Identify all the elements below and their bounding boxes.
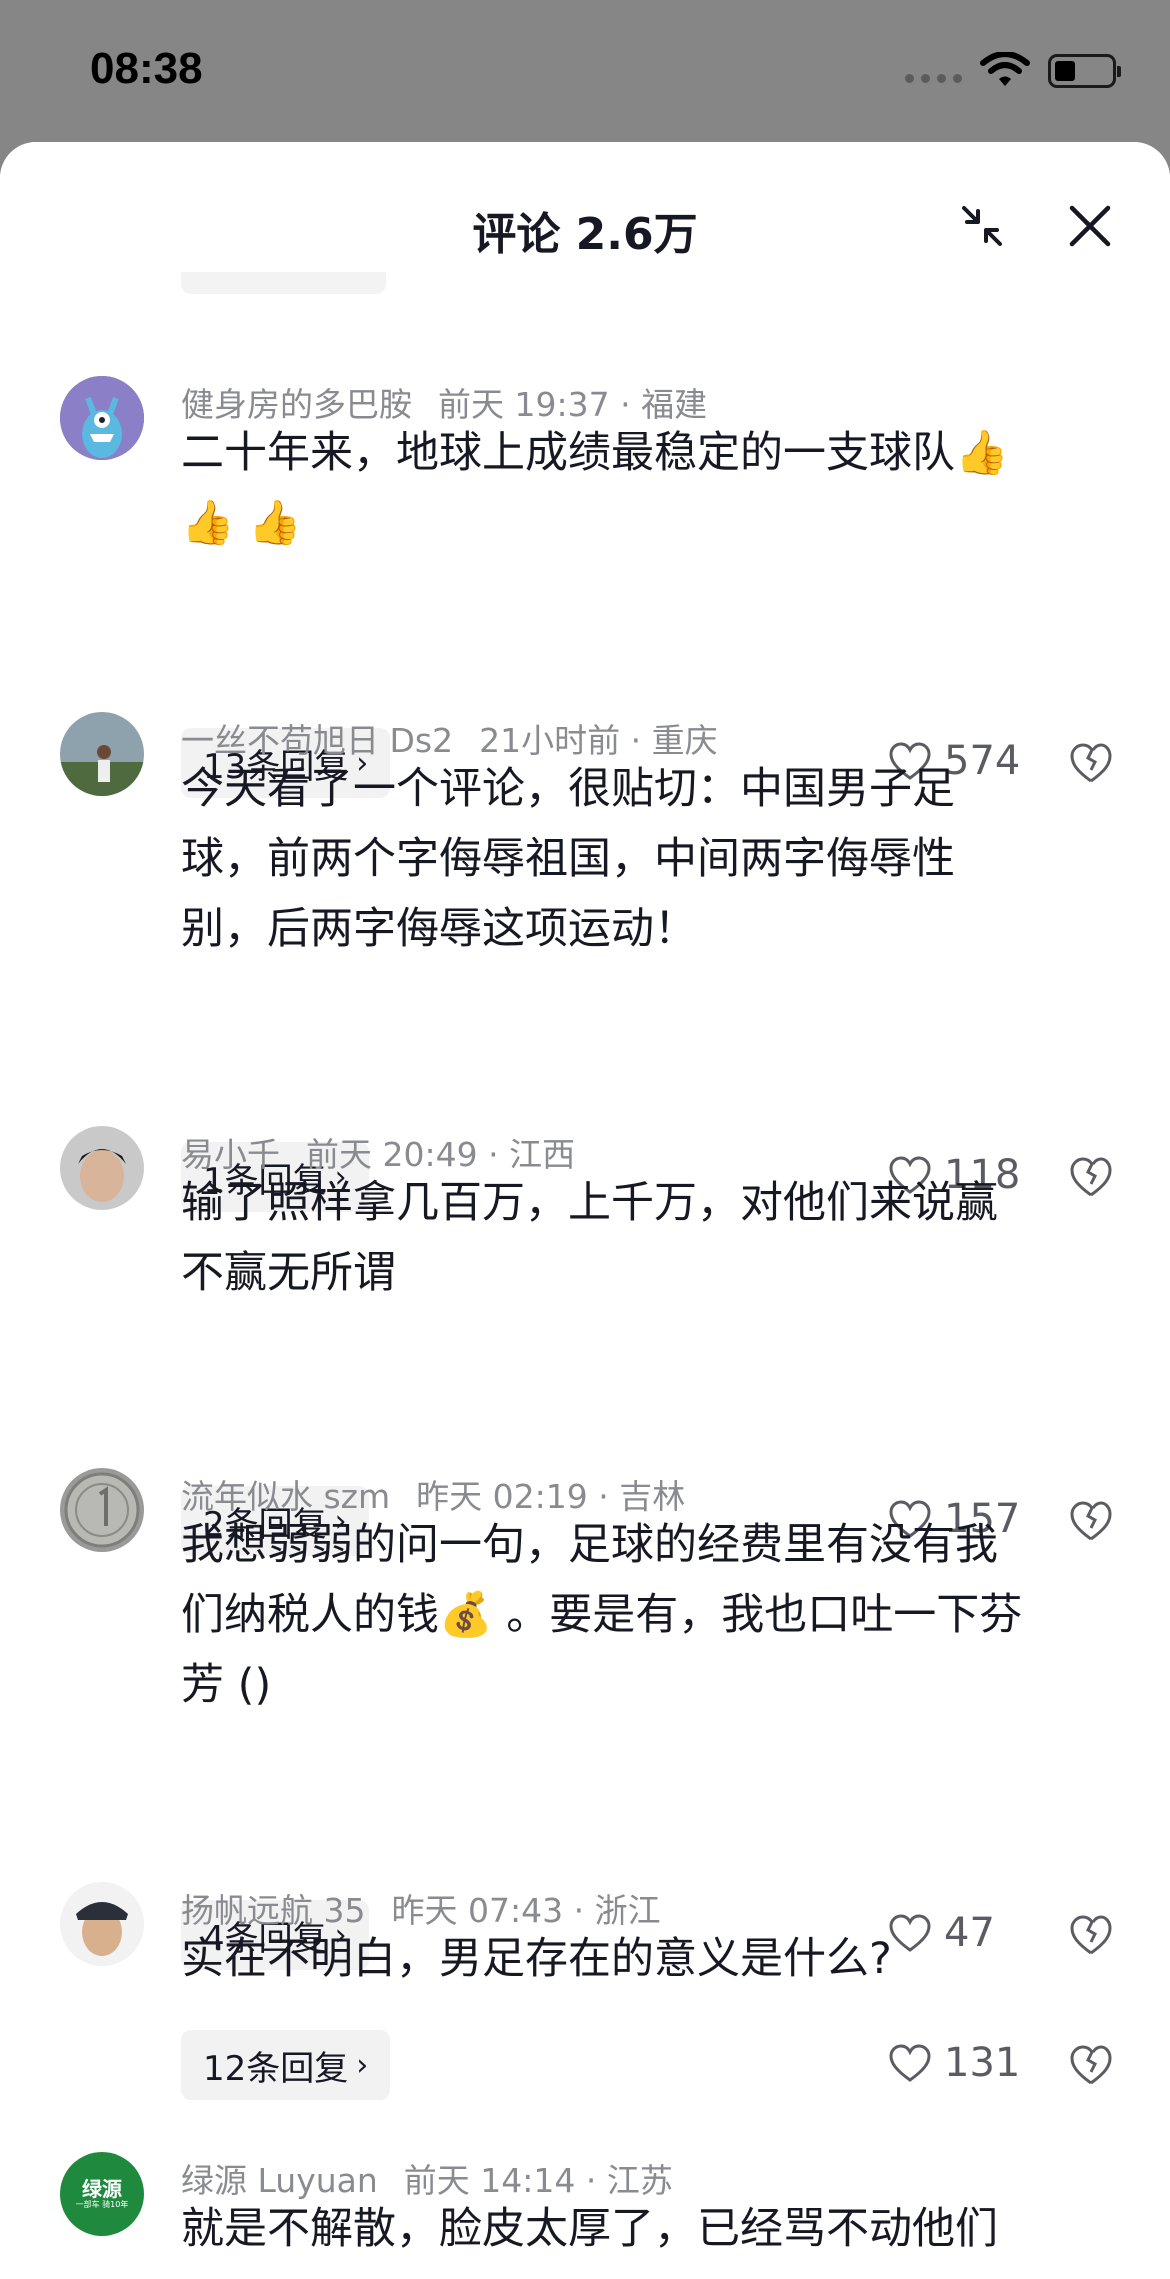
comment-line: 我想弱弱的问一句，足球的经费里有没有我 (181, 1520, 998, 1570)
avatar[interactable] (60, 1882, 144, 1966)
sheet-header: 评论 2.6万 (0, 142, 1170, 272)
comment-line: 球，前两个字侮辱祖国，中间两字侮辱性 (181, 834, 955, 884)
cellular-signal-icon (905, 73, 962, 83)
close-icon[interactable] (1066, 202, 1114, 250)
comment-text: 实在不明白，男足存在的意义是什么? (181, 1924, 1121, 1994)
avatar[interactable] (60, 1126, 144, 1210)
status-icons (905, 52, 1121, 90)
view-replies-button[interactable]: 12条回复 › (181, 2030, 391, 2100)
comment-line: 实在不明白，男足存在的意义是什么? (181, 1934, 892, 1984)
comment-line: 不赢无所谓 (181, 1248, 396, 1298)
comment-text: 我想弱弱的问一句，足球的经费里有没有我 们纳税人的钱💰 。要是有，我也口吐一下芬… (181, 1510, 1121, 1720)
comment-line: 二十年来，地球上成绩最稳定的一支球队👍 (181, 428, 1009, 478)
heart-icon (889, 2044, 931, 2082)
avatar[interactable] (60, 712, 144, 796)
comment-text: 就是不解散，脸皮太厚了，已经骂不动他们 (181, 2194, 1121, 2264)
coin-avatar-icon (60, 1468, 144, 1552)
avatar-logo-subtext: 一部车 骑10年 (75, 2200, 129, 2209)
status-time: 08:38 (90, 44, 203, 93)
comment-line: 们纳税人的钱💰 。要是有，我也口吐一下芬 (181, 1590, 1023, 1640)
person-photo-avatar-icon (60, 1882, 144, 1966)
monster-avatar-icon (60, 376, 144, 460)
comment-text: 二十年来，地球上成绩最稳定的一支球队👍 👍 👍 (181, 418, 1121, 558)
wifi-icon (980, 52, 1030, 86)
comment-text: 输了照样拿几百万，上千万，对他们来说赢 不赢无所谓 (181, 1168, 1121, 1308)
comment-line: 输了照样拿几百万，上千万，对他们来说赢 (181, 1178, 998, 1228)
like-button[interactable]: 131 (888, 2040, 1020, 2086)
avatar[interactable] (60, 1468, 144, 1552)
dislike-broken-heart-icon[interactable] (1068, 2042, 1114, 2088)
comment-line: 👍 👍 (181, 498, 302, 548)
battery-icon (1048, 54, 1121, 88)
collapse-icon[interactable] (958, 202, 1006, 250)
comment-line: 别，后两字侮辱这项运动！ (181, 904, 697, 954)
comment-text: 今天看了一个评论，很贴切：中国男子足 球，前两个字侮辱祖国，中间两字侮辱性 别，… (181, 754, 1121, 964)
status-bar: 08:38 (0, 0, 1170, 142)
comment-line: 就是不解散，脸皮太厚了，已经骂不动他们 (181, 2204, 998, 2254)
comment-line: 芳 () (181, 1660, 272, 1710)
person-photo-avatar-icon (60, 1126, 144, 1210)
reply-count: 12条回复 (203, 2048, 349, 2089)
avatar[interactable]: 绿源 一部车 骑10年 (60, 2152, 144, 2236)
comments-sheet: 评论 2.6万 健身房的多巴胺 前天 19:37 · 福建 二十年来，地球上成绩最… (0, 142, 1170, 2279)
comment-line: 今天看了一个评论，很贴切：中国男子足 (181, 764, 955, 814)
avatar[interactable] (60, 376, 144, 460)
like-count: 131 (944, 2040, 1021, 2086)
person-photo-avatar-icon (60, 712, 144, 796)
avatar-logo-text: 绿源 (82, 2177, 122, 2201)
chevron-right-icon: › (356, 2047, 369, 2083)
